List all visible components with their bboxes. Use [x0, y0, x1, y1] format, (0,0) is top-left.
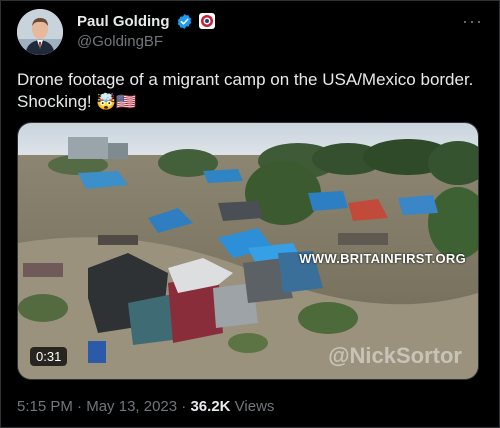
tweet-date[interactable]: May 13, 2023 [86, 398, 177, 415]
author-name-row: Paul Golding [77, 11, 215, 31]
watermark-user: @NickSortor [328, 343, 462, 368]
tweet-text-line1: Drone footage of a migrant camp on the U… [17, 70, 474, 89]
tweet-meta: 5:15 PM · May 13, 2023 · 36.2K Views [17, 398, 274, 415]
watermark-site: WWW.BRITAINFIRST.ORG [299, 251, 466, 266]
tweet-card: Paul Golding @GoldingBF ··· Drone footag… [0, 0, 500, 428]
profile-photo [17, 9, 63, 55]
author-handle[interactable]: @GoldingBF [77, 33, 163, 50]
views-count: 36.2K [190, 398, 231, 415]
author-display-name[interactable]: Paul Golding [77, 13, 170, 30]
meta-separator: · [177, 398, 191, 415]
meta-separator: · [72, 398, 87, 415]
affiliation-badge-icon[interactable] [198, 13, 215, 29]
verified-badge-icon [176, 13, 193, 30]
tweet-text: Drone footage of a migrant camp on the U… [17, 69, 487, 114]
avatar[interactable] [17, 9, 63, 55]
more-options-icon[interactable]: ··· [462, 11, 483, 32]
tweet-time[interactable]: 5:15 PM [17, 398, 73, 415]
video-duration: 0:31 [30, 347, 68, 366]
video-player[interactable]: WWW.BRITAINFIRST.ORG @NickSortor 0:31 [17, 122, 479, 380]
tweet-emojis: 🤯🇺🇸 [96, 94, 137, 111]
tweet-text-line2: Shocking! [17, 92, 92, 111]
views-label: Views [230, 398, 275, 415]
